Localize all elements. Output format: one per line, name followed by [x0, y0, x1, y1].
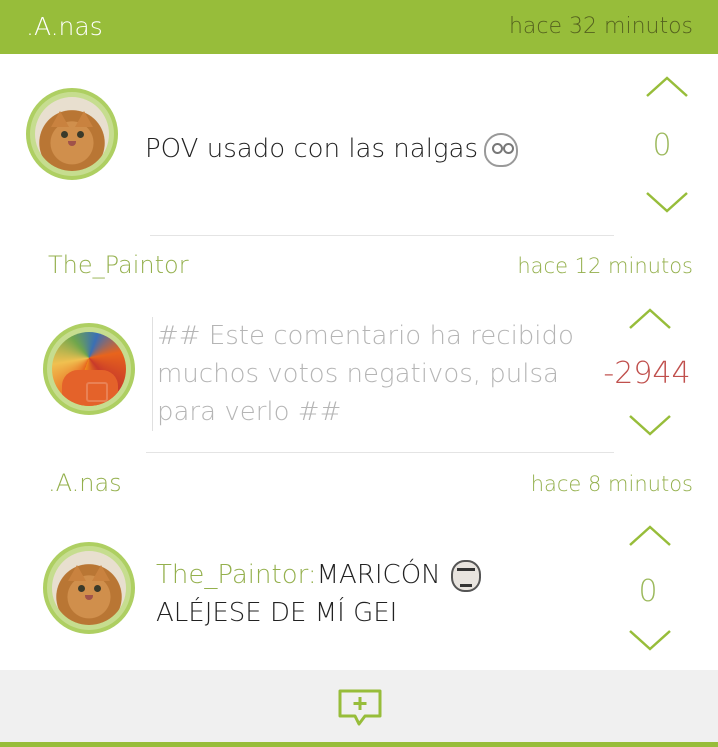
upvote-button[interactable]	[645, 76, 689, 98]
post-time: hace 32 minutos	[508, 14, 693, 39]
comment-text: MARICÓN	[316, 560, 441, 590]
chevron-down-icon	[629, 415, 671, 436]
avatar[interactable]	[43, 542, 135, 634]
downvote-button[interactable]	[645, 191, 689, 213]
chevron-up-icon	[629, 525, 671, 546]
derp-face-icon	[484, 132, 518, 167]
avatar[interactable]	[26, 88, 118, 180]
downvote-button[interactable]	[628, 629, 672, 651]
divider	[150, 235, 614, 236]
chevron-up-icon	[629, 308, 671, 329]
divider	[146, 452, 614, 453]
comment-text-line2: ALÉJESE DE MÍ GEI	[156, 598, 398, 628]
chevron-down-icon	[629, 630, 671, 651]
comment-body: The_Paintor:MARICÓN ALÉJESE DE MÍ GEI	[156, 556, 481, 632]
add-comment-icon	[338, 689, 382, 726]
comment-score: 0	[638, 574, 658, 609]
post-text: POV usado con las nalgas	[145, 134, 478, 164]
cat-avatar-image	[35, 97, 109, 171]
chevron-up-icon	[646, 76, 688, 97]
downvote-button[interactable]	[628, 414, 672, 436]
comment-time: hace 12 minutos	[517, 254, 693, 278]
rage-face-icon	[450, 559, 481, 592]
post-body: POV usado con las nalgas	[145, 130, 518, 168]
paintor-avatar-image	[52, 332, 126, 406]
post-score: 0	[652, 128, 672, 163]
post-header: .A.nas hace 32 minutos	[0, 0, 718, 54]
cat-avatar-image	[52, 551, 126, 625]
hidden-comment-text[interactable]: ## Este comentario ha recibido muchos vo…	[152, 317, 577, 431]
upvote-button[interactable]	[628, 308, 672, 330]
add-comment-button[interactable]	[337, 688, 383, 728]
comment-author[interactable]: The_Paintor	[48, 251, 189, 279]
comment-author[interactable]: .A.nas	[48, 469, 122, 497]
comment-time: hace 8 minutos	[530, 472, 693, 496]
avatar[interactable]	[43, 323, 135, 415]
comment-score: -2944	[603, 356, 691, 391]
mention-link[interactable]: The_Paintor:	[156, 560, 317, 590]
bottom-toolbar	[0, 670, 718, 747]
post-author[interactable]: .A.nas	[26, 12, 103, 41]
bottom-accent-bar	[0, 742, 718, 747]
upvote-button[interactable]	[628, 525, 672, 547]
chevron-down-icon	[646, 192, 688, 213]
